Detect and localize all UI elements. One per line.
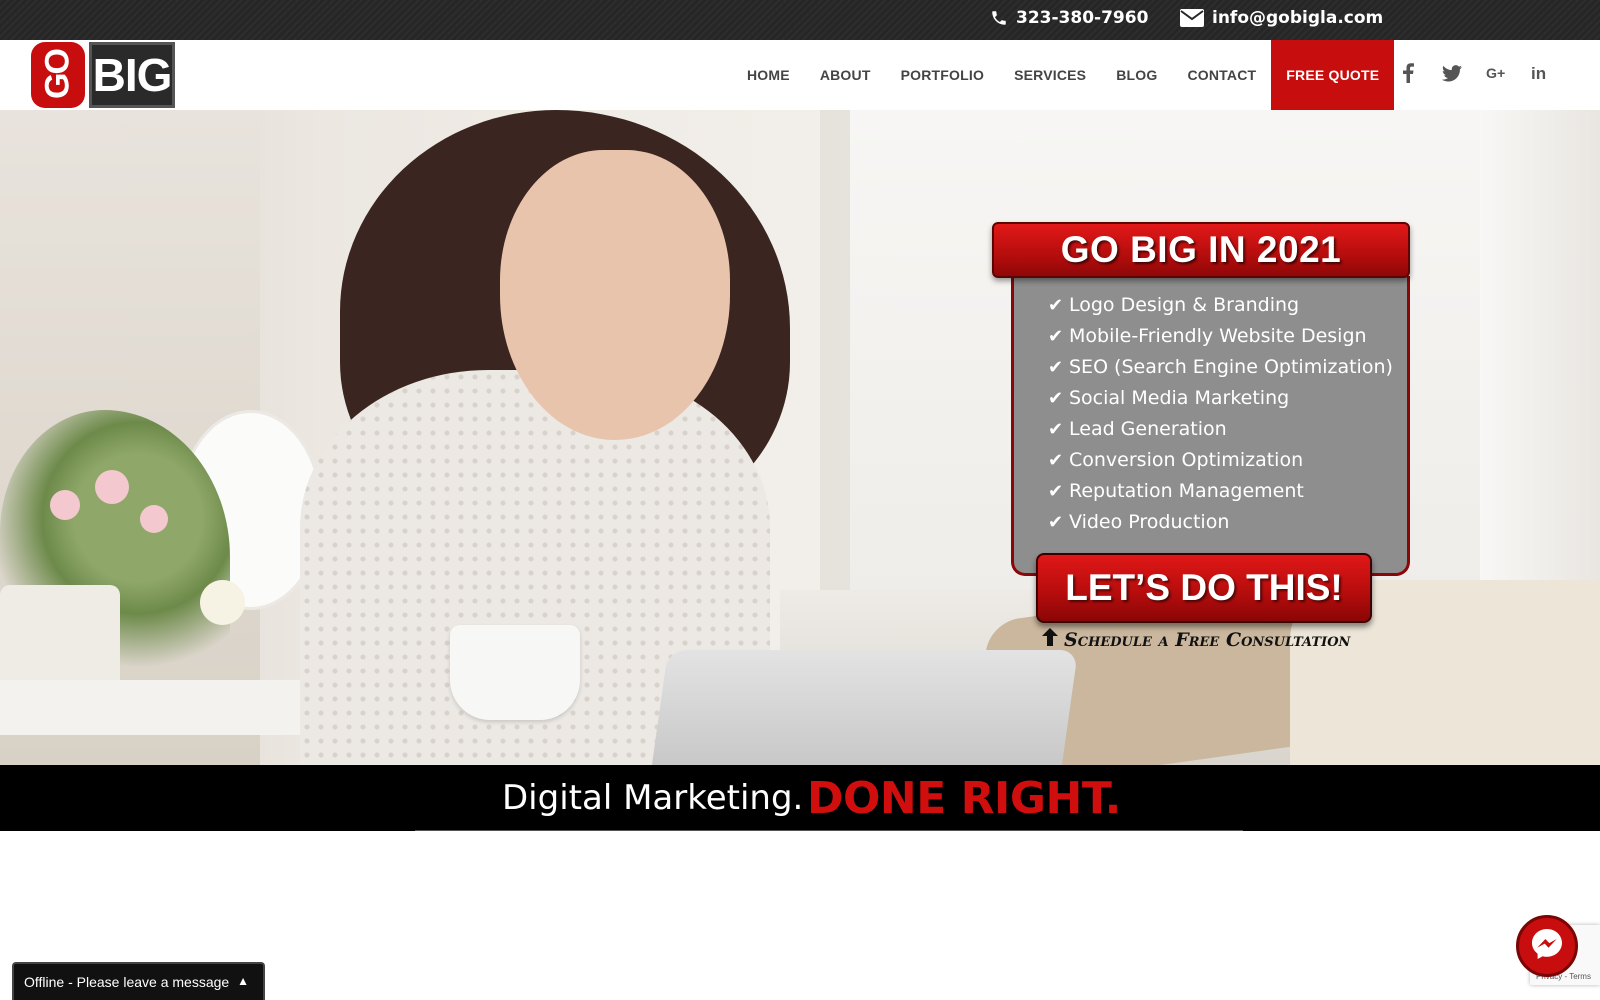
svg-text:G+: G+	[1486, 66, 1505, 81]
nav-portfolio[interactable]: PORTFOLIO	[886, 40, 999, 110]
check-icon: ✔	[1048, 419, 1064, 440]
envelope-icon	[1180, 9, 1204, 27]
chat-label: Offline - Please leave a message	[24, 974, 230, 990]
phone-icon	[990, 9, 1008, 27]
tagline-part1: Digital Marketing.	[502, 778, 804, 818]
offline-chat-widget[interactable]: Offline - Please leave a message ▲	[12, 962, 265, 1000]
list-item: ✔ Reputation Management	[1048, 476, 1393, 507]
free-quote-button[interactable]: FREE QUOTE	[1271, 40, 1395, 110]
phone-number: 323-380-7960	[1016, 8, 1149, 28]
messenger-icon	[1530, 927, 1564, 966]
service-label: Reputation Management	[1069, 480, 1304, 502]
hero-curtain	[1480, 110, 1600, 630]
check-icon: ✔	[1048, 450, 1064, 471]
nav-services[interactable]: SERVICES	[999, 40, 1101, 110]
social-links: G+ in	[1398, 62, 1550, 84]
email-link[interactable]: info@gobigla.com	[1180, 8, 1383, 28]
hero-flower	[200, 580, 245, 625]
list-item: ✔ Conversion Optimization	[1048, 445, 1393, 476]
tagline-part2: DONE RIGHT.	[807, 773, 1121, 824]
tagline-strip: Digital Marketing. DONE RIGHT.	[0, 765, 1600, 831]
list-item: ✔ Social Media Marketing	[1048, 383, 1393, 414]
svg-text:in: in	[1531, 65, 1546, 81]
hero-flower	[140, 505, 168, 533]
check-icon: ✔	[1048, 512, 1064, 533]
list-item: ✔ SEO (Search Engine Optimization)	[1048, 352, 1393, 383]
hero-window-frame	[820, 110, 850, 590]
twitter-icon[interactable]	[1442, 62, 1462, 84]
check-icon: ✔	[1048, 388, 1064, 409]
service-label: Mobile-Friendly Website Design	[1069, 325, 1367, 347]
schedule-label: Schedule a Free Consultation	[1064, 628, 1351, 651]
hero-flower	[95, 470, 129, 504]
logo[interactable]: GO BIG	[31, 42, 175, 108]
list-item: ✔ Lead Generation	[1048, 414, 1393, 445]
hero-flower	[50, 490, 80, 520]
nav-blog[interactable]: BLOG	[1101, 40, 1172, 110]
hero-laptop	[651, 650, 1079, 765]
services-box: ✔ Logo Design & Branding ✔ Mobile-Friendly…	[1011, 276, 1410, 576]
check-icon: ✔	[1048, 481, 1064, 502]
service-label: Conversion Optimization	[1069, 449, 1304, 471]
check-icon: ✔	[1048, 357, 1064, 378]
service-label: SEO (Search Engine Optimization)	[1069, 356, 1393, 378]
service-label: Social Media Marketing	[1069, 387, 1290, 409]
nav-contact[interactable]: CONTACT	[1172, 40, 1271, 110]
main-nav: HOME ABOUT PORTFOLIO SERVICES BLOG CONTA…	[732, 40, 1395, 110]
tagline-divider	[415, 830, 1243, 831]
schedule-consultation-link[interactable]: Schedule a Free Consultation	[1042, 628, 1350, 651]
linkedin-icon[interactable]: in	[1530, 62, 1550, 84]
lets-do-this-button[interactable]: LET’S DO THIS!	[1036, 553, 1372, 623]
promo-heading: GO BIG IN 2021	[992, 222, 1410, 278]
phone-link[interactable]: 323-380-7960	[990, 8, 1148, 28]
list-item: ✔ Logo Design & Branding	[1048, 290, 1393, 321]
nav-home[interactable]: HOME	[732, 40, 805, 110]
hero-person-face	[500, 150, 730, 440]
email-address: info@gobigla.com	[1212, 8, 1384, 28]
top-contact-bar: 323-380-7960 info@gobigla.com	[0, 0, 1600, 40]
service-label: Lead Generation	[1069, 418, 1227, 440]
chevron-up-icon: ▲	[237, 974, 249, 988]
messenger-chat-button[interactable]	[1516, 915, 1578, 977]
arrow-up-icon	[1042, 628, 1058, 651]
service-label: Logo Design & Branding	[1069, 294, 1300, 316]
logo-go: GO	[31, 42, 85, 108]
nav-about[interactable]: ABOUT	[805, 40, 886, 110]
check-icon: ✔	[1048, 326, 1064, 347]
list-item: ✔ Mobile-Friendly Website Design	[1048, 321, 1393, 352]
check-icon: ✔	[1048, 295, 1064, 316]
services-list: ✔ Logo Design & Branding ✔ Mobile-Friendly…	[1048, 290, 1393, 538]
list-item: ✔ Video Production	[1048, 507, 1393, 538]
google-plus-icon[interactable]: G+	[1486, 62, 1506, 84]
hero-coffee-cup	[450, 625, 580, 720]
facebook-icon[interactable]	[1398, 62, 1418, 84]
service-label: Video Production	[1069, 511, 1230, 533]
site-header: GO BIG HOME ABOUT PORTFOLIO SERVICES BLO…	[0, 40, 1600, 110]
logo-big: BIG	[89, 42, 175, 108]
